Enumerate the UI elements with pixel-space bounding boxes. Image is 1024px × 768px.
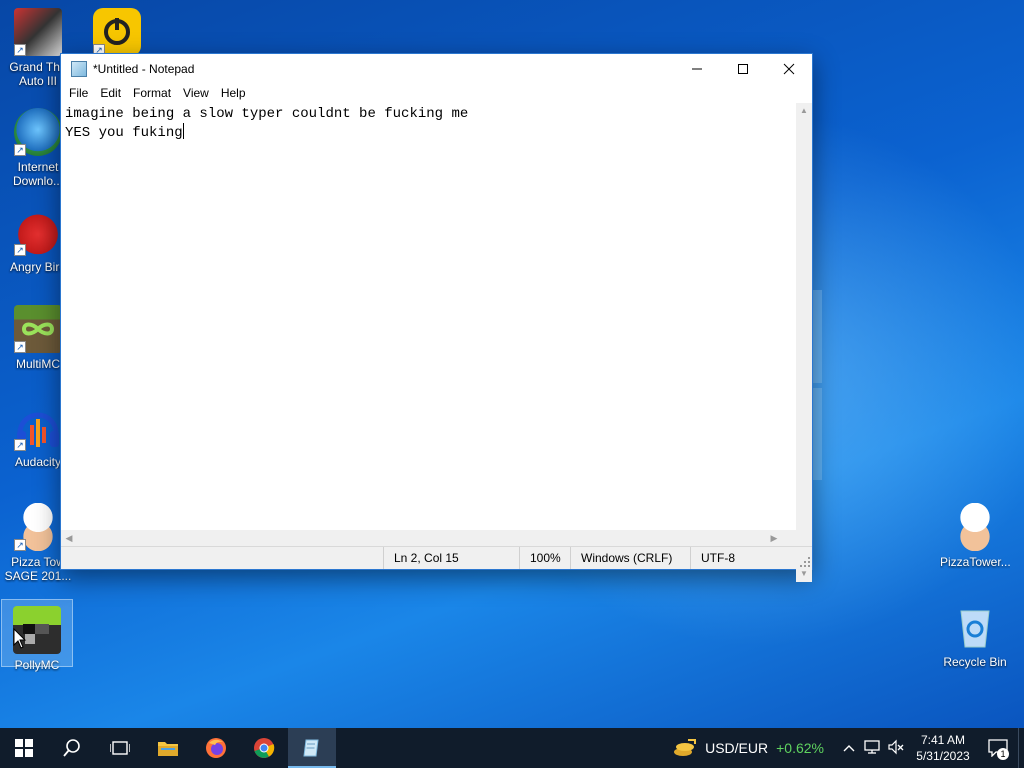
icon-label: Recycle Bin xyxy=(943,655,1007,669)
task-view-button[interactable] xyxy=(96,728,144,768)
shortcut-arrow-icon: ↗ xyxy=(14,539,26,551)
scroll-right-icon[interactable]: ▶ xyxy=(766,530,782,546)
peppino-icon xyxy=(951,503,999,551)
clock-time: 7:41 AM xyxy=(920,733,966,747)
desktop[interactable]: ↗ Grand The Auto III ↗ ↗ Internet Downlo… xyxy=(0,0,1024,728)
idm-globe-icon: ↗ xyxy=(14,108,62,156)
icon-label: PizzaTower... xyxy=(940,555,1010,569)
resize-grip-icon[interactable] xyxy=(800,557,810,567)
shortcut-arrow-icon: ↗ xyxy=(14,44,26,56)
clock[interactable]: 7:41 AM 5/31/2023 xyxy=(908,732,978,764)
currency-coins-icon xyxy=(674,739,697,756)
folder-icon xyxy=(158,742,178,756)
multimc-icon: ↗ xyxy=(14,305,62,353)
chevron-up-icon xyxy=(843,745,855,752)
notification-count-badge: 1 xyxy=(997,748,1009,760)
show-hidden-icons-button[interactable] xyxy=(838,741,860,755)
window-title: *Untitled - Notepad xyxy=(93,61,195,76)
angry-bird-icon: ↗ xyxy=(14,208,62,256)
menu-help[interactable]: Help xyxy=(215,86,252,100)
horizontal-scrollbar[interactable]: ◀ ▶ xyxy=(61,530,798,546)
search-button[interactable] xyxy=(48,728,96,768)
ticker-widget[interactable]: USD/EUR +0.62% xyxy=(673,738,824,758)
editor-line-current: YES you fuking xyxy=(65,123,794,142)
taskbar-firefox[interactable] xyxy=(192,728,240,768)
desktop-icon-pizza-tower[interactable]: PizzaTower... xyxy=(940,503,1010,569)
action-center-button[interactable]: 1 xyxy=(978,728,1018,768)
desktop-icon-recycle-bin[interactable]: Recycle Bin xyxy=(940,603,1010,669)
notepad-icon xyxy=(303,739,319,757)
show-desktop-button[interactable] xyxy=(1018,728,1024,768)
menu-view[interactable]: View xyxy=(177,86,215,100)
recycle-bin-icon xyxy=(951,603,999,651)
menu-edit[interactable]: Edit xyxy=(94,86,127,100)
notepad-app-icon xyxy=(71,60,87,77)
encoding: UTF-8 xyxy=(690,547,735,569)
taskbar-notepad[interactable] xyxy=(288,728,336,768)
vertical-scrollbar[interactable]: ▲ ▼ xyxy=(796,103,812,582)
ld-player-icon: ↗ xyxy=(93,8,141,56)
minimize-button[interactable] xyxy=(674,54,720,83)
menu-file[interactable]: File xyxy=(63,86,94,100)
text-caret xyxy=(182,123,184,139)
start-button[interactable] xyxy=(0,728,48,768)
editor-line: YES you fuking xyxy=(65,125,183,141)
gta3-icon: ↗ xyxy=(14,8,62,56)
firefox-icon xyxy=(206,738,226,758)
ticker-change: +0.62% xyxy=(776,740,824,756)
peppino-icon: ↗ xyxy=(14,503,62,551)
wallpaper-logo-pane xyxy=(812,388,822,480)
audacity-headphones-icon: ↗ xyxy=(14,403,62,451)
close-icon xyxy=(783,63,795,74)
wallpaper-logo-pane xyxy=(812,290,822,383)
ticker-symbol: USD/EUR xyxy=(705,740,769,756)
shortcut-arrow-icon: ↗ xyxy=(14,244,26,256)
minimize-icon xyxy=(692,68,702,69)
scroll-left-icon[interactable]: ◀ xyxy=(61,530,77,546)
volume-button[interactable] xyxy=(884,739,908,758)
shortcut-arrow-icon: ↗ xyxy=(14,144,26,156)
scroll-up-icon[interactable]: ▲ xyxy=(796,103,812,119)
close-button[interactable] xyxy=(766,54,812,83)
taskbar: USD/EUR +0.62% 7:41 AM 5/31/2023 1 xyxy=(0,728,1024,768)
line-ending: Windows (CRLF) xyxy=(570,547,672,569)
title-bar[interactable]: *Untitled - Notepad xyxy=(61,54,812,83)
zoom-level: 100% xyxy=(519,547,561,569)
taskbar-chrome[interactable] xyxy=(240,728,288,768)
volume-muted-icon xyxy=(888,739,904,754)
chrome-icon xyxy=(254,738,275,758)
menu-format[interactable]: Format xyxy=(127,86,177,100)
mouse-cursor-icon xyxy=(13,628,27,649)
task-view-icon xyxy=(110,741,130,755)
cursor-position: Ln 2, Col 15 xyxy=(383,547,459,569)
network-button[interactable] xyxy=(860,739,884,758)
clock-date: 5/31/2023 xyxy=(916,749,970,763)
system-tray: USD/EUR +0.62% 7:41 AM 5/31/2023 1 xyxy=(673,728,1024,768)
maximize-icon xyxy=(738,63,748,74)
recycle-bin-shape xyxy=(960,610,990,648)
search-icon xyxy=(63,739,80,757)
network-icon xyxy=(864,739,880,754)
maximize-button[interactable] xyxy=(720,54,766,83)
shortcut-arrow-icon: ↗ xyxy=(14,341,26,353)
windows-logo-icon xyxy=(15,739,33,757)
editor-line: imagine being a slow typer couldnt be fu… xyxy=(65,106,469,122)
icon-label: PollyMC xyxy=(14,658,60,672)
status-bar: Ln 2, Col 15 100% Windows (CRLF) UTF-8 xyxy=(61,546,812,569)
menu-bar: File Edit Format View Help xyxy=(61,83,812,103)
shortcut-arrow-icon: ↗ xyxy=(14,439,26,451)
text-editor[interactable]: imagine being a slow typer couldnt be fu… xyxy=(61,103,798,583)
taskbar-file-explorer[interactable] xyxy=(144,728,192,768)
notepad-window[interactable]: *Untitled - Notepad File Edit Format Vie… xyxy=(60,53,813,582)
